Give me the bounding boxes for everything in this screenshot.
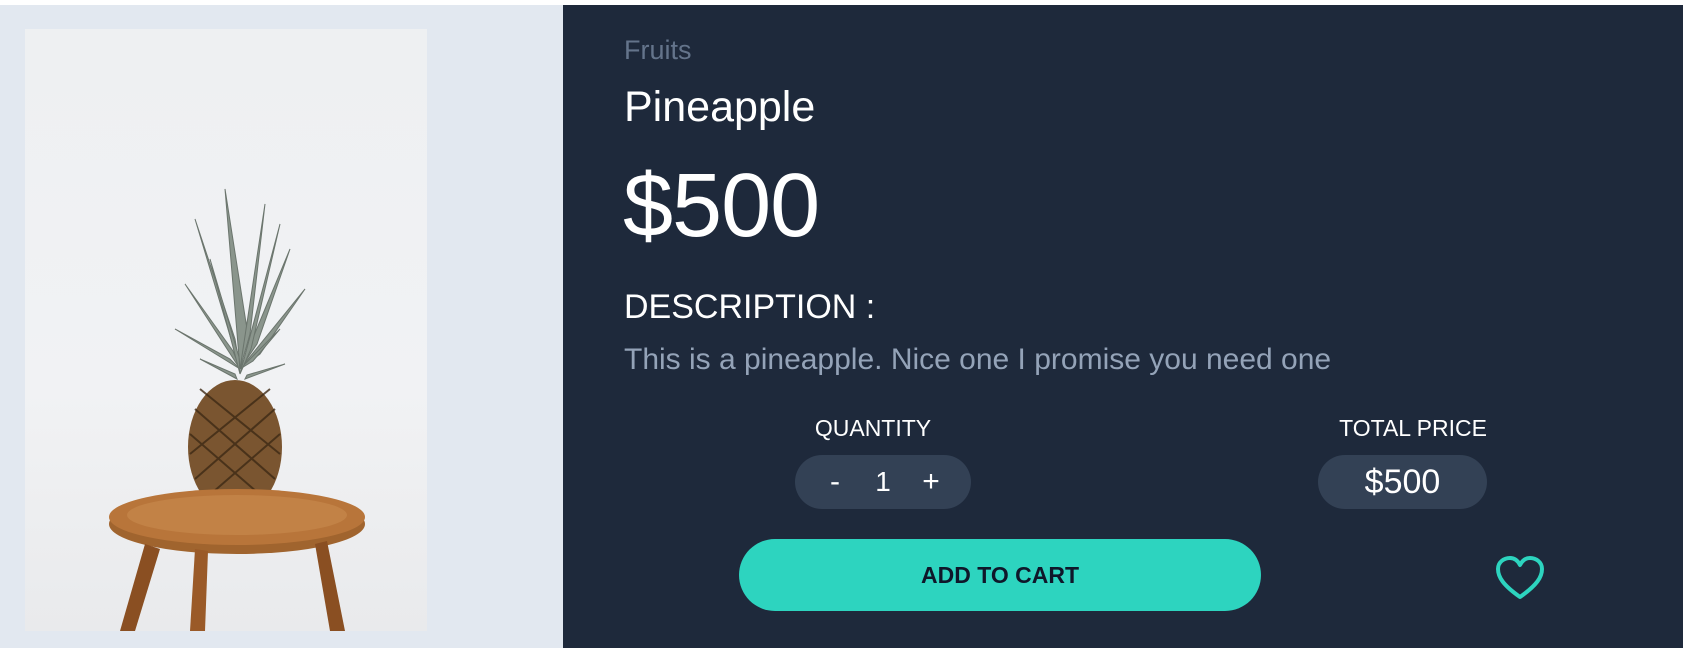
quantity-label: QUANTITY (814, 415, 932, 441)
product-price: $500 (623, 156, 820, 256)
total-price-value: $500 (1318, 455, 1487, 509)
quantity-stepper: - 1 + (795, 455, 971, 509)
product-category: Fruits (624, 35, 692, 65)
description-text: This is a pineapple. Nice one I promise … (624, 343, 1332, 376)
product-image (25, 29, 427, 631)
total-price-label: TOTAL PRICE (1339, 415, 1487, 441)
product-card: Fruits Pineapple $500 DESCRIPTION : This… (0, 5, 1683, 648)
description-heading: DESCRIPTION : (624, 288, 876, 326)
decrement-button[interactable]: - (819, 465, 851, 499)
product-title: Pineapple (624, 83, 816, 131)
heart-icon[interactable] (1495, 555, 1545, 601)
add-to-cart-button[interactable]: ADD TO CART (739, 539, 1261, 611)
quantity-value: 1 (875, 466, 891, 497)
increment-button[interactable]: + (915, 465, 947, 499)
product-info-panel: Fruits Pineapple $500 DESCRIPTION : This… (563, 5, 1683, 648)
product-image-panel (0, 5, 562, 648)
